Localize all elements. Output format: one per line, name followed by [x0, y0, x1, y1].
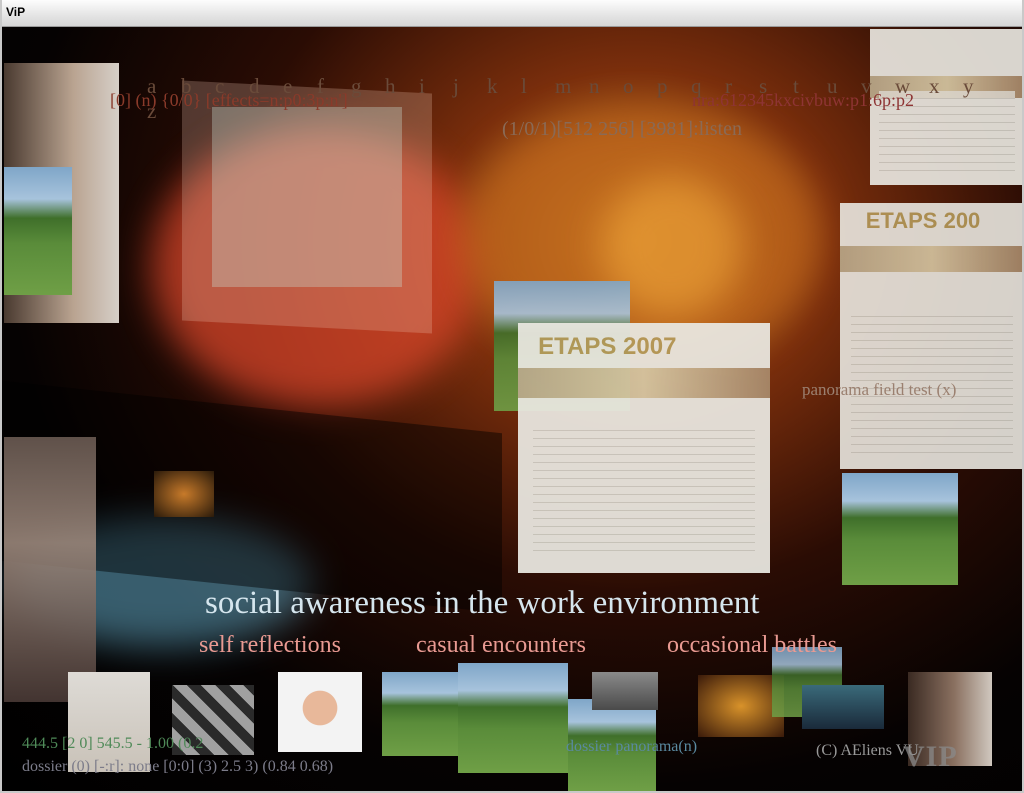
park-photo-right	[842, 473, 958, 585]
room-photo	[4, 437, 96, 702]
dark-panel-2	[212, 107, 402, 287]
person-thumb	[68, 672, 150, 772]
smoke-thumb	[592, 672, 658, 710]
vip-canvas[interactable]: ETAPS 200 ETAPS 2007 abcdefghijklmnopqrs…	[2, 27, 1022, 791]
headline: social awareness in the work environment	[205, 585, 760, 621]
dossier-line: dossier (0) [-:r]: none [0:0] (3) 2.5 3)…	[22, 758, 334, 775]
caption-casual-encounters[interactable]: casual encounters	[416, 632, 586, 659]
crowd-thumb-1	[382, 672, 460, 756]
dossier-panorama[interactable]: dossier panorama(n)	[566, 738, 697, 756]
etaps-card-right: ETAPS 200	[840, 203, 1022, 469]
etaps-heading-right: ETAPS 200	[865, 208, 981, 234]
crowd-thumb-2	[458, 663, 568, 773]
status-mid: (1/0/1)[512 256] [3981]:listen	[502, 118, 742, 140]
panorama-label[interactable]: panorama field test (x)	[802, 380, 956, 400]
caption-self-reflections[interactable]: self reflections	[199, 632, 341, 659]
etaps-heading: ETAPS 2007	[538, 333, 677, 360]
blue-thumb	[802, 685, 884, 729]
caption-occasional-battles[interactable]: occasional battles	[667, 632, 837, 659]
coords-readout: 444.5 [2 0] 545.5 - 1.00 (0.2	[22, 735, 204, 752]
vip-window: ViP ETAPS 200 ETAPS 2007 a b c d e f g h…	[0, 0, 1024, 793]
status-left: [0] (n) {0/0} [effects=n:p0:3p:n']	[110, 90, 348, 110]
title-bar[interactable]: ViP	[0, 0, 1024, 27]
face-thumb	[278, 672, 362, 752]
vip-logo: VIP	[903, 740, 958, 773]
etaps-card-center: ETAPS 2007	[518, 323, 770, 573]
small-fire-thumb	[154, 471, 214, 517]
status-right: nra:612345kxcivbuw:p1:6p:p2	[692, 90, 914, 110]
frame-left	[0, 0, 2, 793]
left-grass-photo	[4, 167, 72, 295]
window-title: ViP	[6, 5, 26, 19]
